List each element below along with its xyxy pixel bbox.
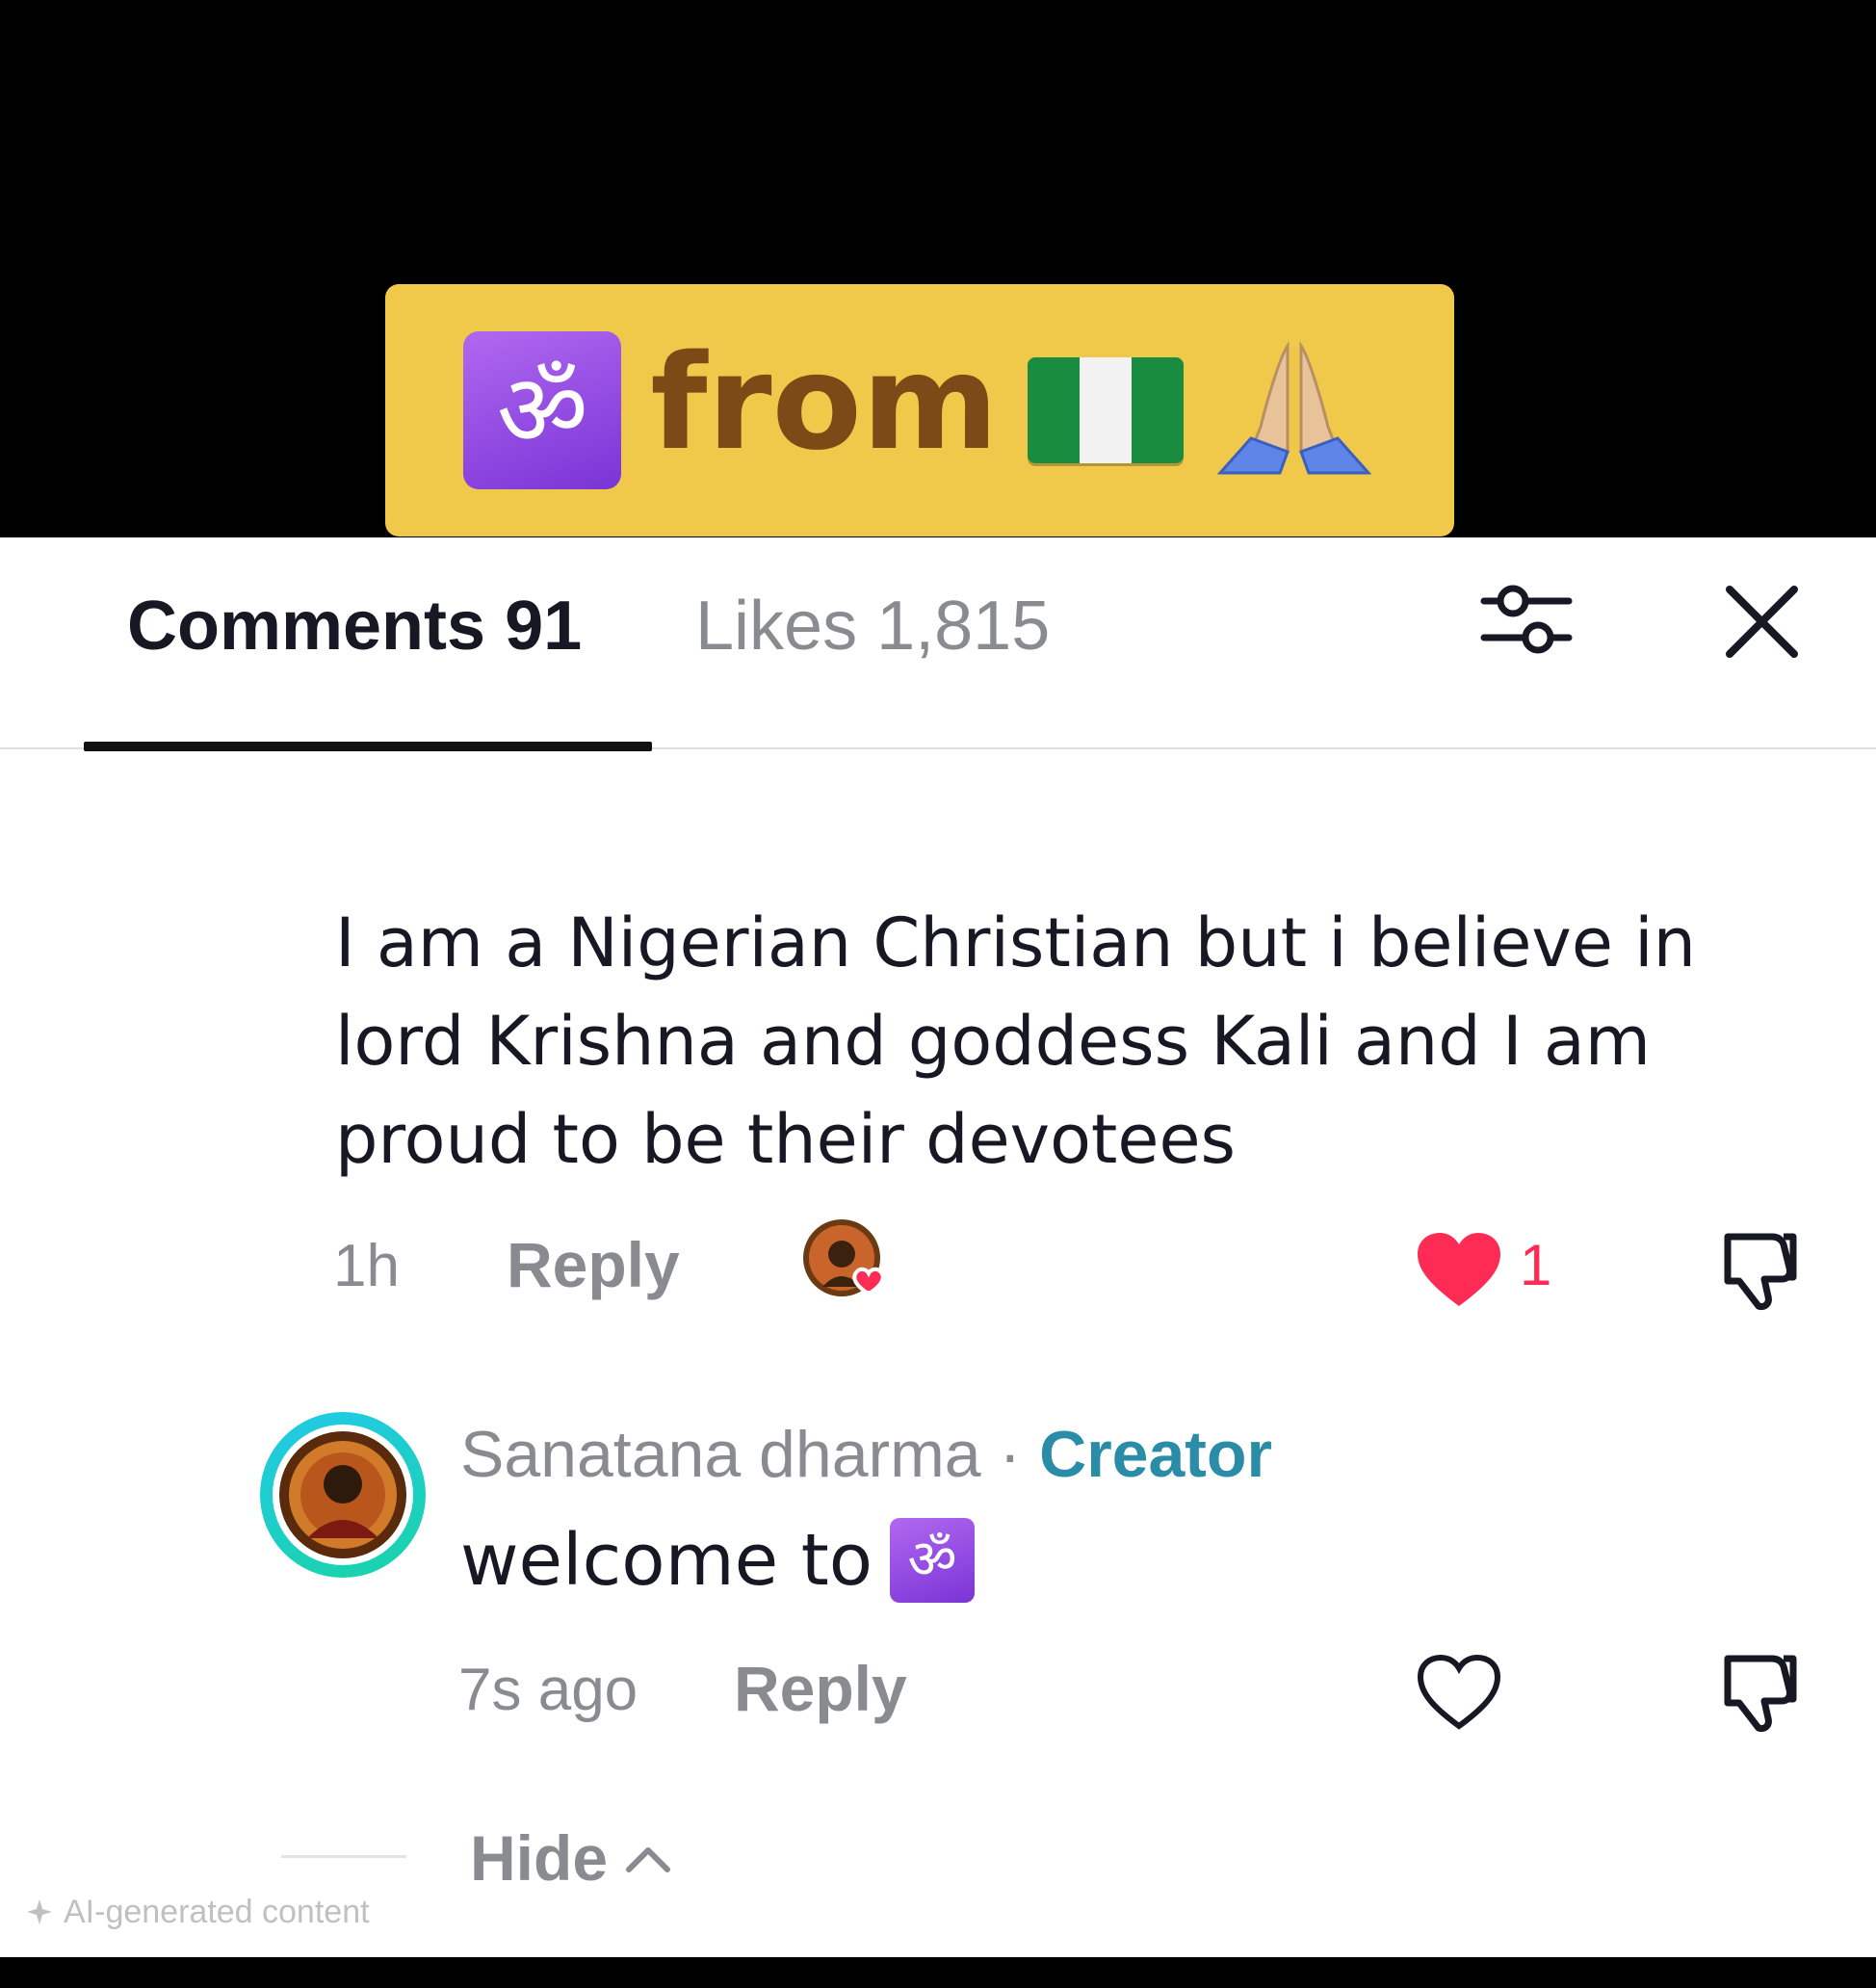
tab-comments[interactable]: Comments 91 bbox=[127, 591, 582, 661]
hide-divider bbox=[281, 1855, 406, 1858]
caption-text: from bbox=[650, 327, 999, 480]
separator-dot: · bbox=[999, 1418, 1022, 1491]
ai-note-text: AI-generated content bbox=[64, 1894, 370, 1930]
creator-liked-avatar-icon bbox=[801, 1217, 885, 1298]
hide-label: Hide bbox=[470, 1822, 609, 1894]
creator-avatar[interactable] bbox=[260, 1412, 426, 1578]
comments-panel: Comments 91 Likes 1,815 I am a Nigerian … bbox=[0, 537, 1876, 1957]
active-tab-indicator bbox=[84, 742, 652, 751]
hide-replies-button[interactable]: Hide bbox=[470, 1826, 673, 1890]
om-icon: ॐ bbox=[890, 1518, 975, 1603]
like-outline-icon[interactable] bbox=[1414, 1651, 1504, 1732]
chevron-up-icon bbox=[626, 1847, 671, 1872]
close-icon[interactable] bbox=[1716, 576, 1808, 667]
creator-badge: Creator bbox=[1039, 1418, 1272, 1491]
tab-likes[interactable]: Likes 1,815 bbox=[695, 591, 1050, 661]
om-icon: ॐ bbox=[463, 331, 622, 489]
like-count: 1 bbox=[1520, 1233, 1552, 1297]
like-heart-icon[interactable] bbox=[1414, 1229, 1504, 1310]
sparkle-icon bbox=[27, 1899, 52, 1924]
folded-hands-icon bbox=[1212, 338, 1376, 483]
video-caption: ॐ from bbox=[385, 284, 1454, 536]
comment-timestamp: 1h bbox=[333, 1233, 400, 1299]
filter-icon[interactable] bbox=[1478, 572, 1575, 668]
reply-author-line: Sanatana dharma · Creator bbox=[460, 1422, 1272, 1487]
reply-author-name[interactable]: Sanatana dharma bbox=[460, 1418, 981, 1491]
ai-generated-note: AI-generated content bbox=[25, 1896, 370, 1928]
reply-button[interactable]: Reply bbox=[507, 1233, 680, 1296]
reply-timestamp: 7s ago bbox=[458, 1657, 638, 1723]
reply-text-content: welcome to bbox=[460, 1519, 873, 1602]
nigeria-flag-icon bbox=[1027, 357, 1184, 463]
reply-text: welcome to ॐ bbox=[460, 1518, 975, 1603]
dislike-icon[interactable] bbox=[1714, 1645, 1807, 1738]
dislike-icon[interactable] bbox=[1714, 1223, 1807, 1316]
comment-text: I am a Nigerian Christian but i believe … bbox=[335, 903, 1696, 1179]
reply-to-reply-button[interactable]: Reply bbox=[734, 1657, 907, 1720]
